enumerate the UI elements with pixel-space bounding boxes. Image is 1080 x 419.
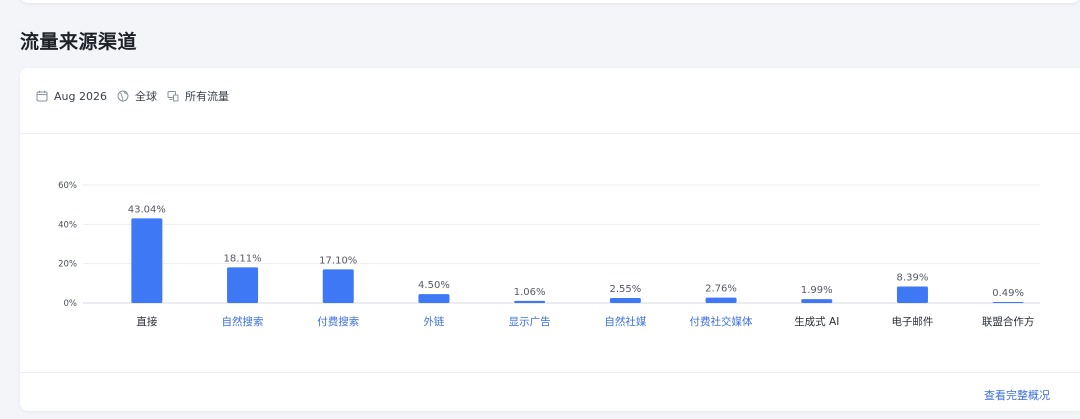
bar-value-label: 4.50% (418, 280, 450, 291)
bar[interactable] (992, 302, 1024, 304)
y-tick-label: 40% (58, 220, 77, 230)
bar-value-label: 1.06% (514, 287, 546, 298)
x-category-label: 联盟合作方 (982, 315, 1035, 328)
x-category-label[interactable]: 自然社媒 (604, 315, 646, 328)
bar[interactable] (801, 299, 833, 303)
bar[interactable] (131, 218, 163, 303)
bar-value-label: 43.04% (128, 204, 166, 215)
x-category-label[interactable]: 付费搜索 (317, 315, 359, 328)
x-category-label[interactable]: 付费社交媒体 (690, 315, 753, 328)
x-category-label[interactable]: 外链 (423, 315, 444, 328)
bar-value-label: 18.11% (223, 253, 261, 264)
bar[interactable] (227, 267, 259, 303)
x-category-label[interactable]: 自然搜索 (222, 315, 264, 328)
bar-value-label: 2.55% (609, 284, 641, 295)
bar[interactable] (705, 297, 737, 303)
footer-divider (20, 372, 1080, 373)
bar[interactable] (418, 294, 450, 303)
bar[interactable] (514, 300, 546, 303)
y-tick-label: 60% (58, 181, 77, 191)
y-tick-label: 20% (58, 260, 77, 270)
bar[interactable] (609, 297, 641, 303)
bar[interactable] (322, 269, 354, 303)
x-category-label: 电子邮件 (891, 315, 933, 328)
view-full-overview-link[interactable]: 查看完整概况 (984, 387, 1050, 403)
previous-card (20, 0, 1080, 3)
section-title: 流量来源渠道 (20, 31, 138, 53)
x-category-label: 直接 (136, 315, 157, 328)
traffic-channels-card: Aug 2026 全球 所有流量 0% 20% 40% 60% 43.04% 直接 18.1… (20, 68, 1080, 411)
bar-value-label: 8.39% (897, 272, 929, 283)
x-category-label: 生成式 AI (794, 315, 839, 328)
bar[interactable] (896, 286, 928, 303)
x-category-label[interactable]: 显示广告 (509, 315, 551, 328)
bar-value-label: 17.10% (319, 255, 357, 266)
bar-value-label: 1.99% (801, 285, 833, 296)
traffic-channels-bar-chart: 0% 20% 40% 60% 43.04% 直接 18.11% 自然搜索 17.10% 付费搜索 4… (58, 181, 1040, 328)
bar-value-label: 0.49% (992, 288, 1024, 299)
bar-value-label: 2.76% (705, 284, 737, 295)
y-tick-label: 0% (64, 299, 78, 309)
